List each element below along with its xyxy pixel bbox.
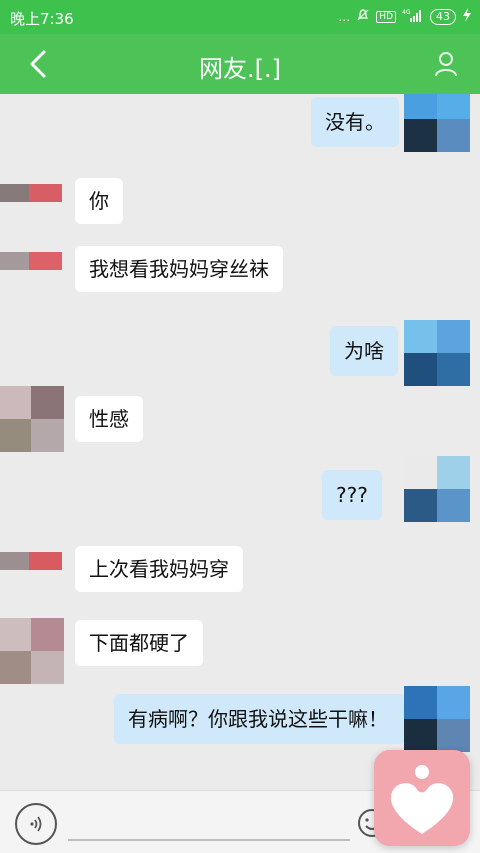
- battery-indicator: 43: [430, 8, 456, 25]
- voice-button[interactable]: [15, 803, 57, 845]
- avatar[interactable]: [0, 386, 64, 452]
- message-text: 为啥: [344, 339, 384, 363]
- message-bubble-right[interactable]: ???: [322, 470, 382, 520]
- mute-icon: [356, 8, 370, 25]
- message-text: 没有。: [325, 110, 385, 134]
- message-text: 有病啊？你跟我说这些干嘛！: [128, 707, 388, 731]
- signal-icon: 4G: [402, 8, 424, 25]
- chat-area[interactable]: 没有。 你 我想看我妈妈穿丝袜 为啥 性感 ??? 上次看我妈妈穿 下面都硬了 …: [0, 94, 480, 790]
- status-icons: … HD 4G 43: [338, 8, 472, 25]
- avatar[interactable]: [0, 552, 62, 588]
- chat-title: 网友.[.]: [199, 55, 281, 83]
- message-bubble-right[interactable]: 有病啊？你跟我说这些干嘛！: [114, 694, 406, 744]
- profile-button[interactable]: [428, 46, 464, 82]
- dots-icon: …: [338, 9, 351, 24]
- message-input[interactable]: [68, 839, 350, 841]
- svg-text:4G: 4G: [402, 9, 411, 16]
- avatar[interactable]: [404, 320, 470, 386]
- voice-icon: [30, 816, 42, 832]
- avatar[interactable]: [404, 456, 470, 522]
- status-time: 晚上7:36: [10, 10, 74, 28]
- message-bubble-left[interactable]: 我想看我妈妈穿丝袜: [75, 246, 283, 292]
- message-text: 性感: [89, 407, 129, 431]
- message-bubble-left[interactable]: 你: [75, 178, 123, 224]
- message-text: 上次看我妈妈穿: [89, 557, 229, 581]
- status-bar: 晚上7:36 … HD 4G 43: [0, 0, 480, 34]
- hd-icon: HD: [376, 10, 396, 23]
- message-bubble-right[interactable]: 没有。: [311, 97, 399, 147]
- message-bubble-left[interactable]: 性感: [75, 396, 143, 442]
- message-text: 我想看我妈妈穿丝袜: [89, 257, 269, 281]
- charging-icon: [462, 8, 472, 25]
- message-text: ???: [336, 483, 368, 507]
- app-logo-badge: [374, 750, 470, 846]
- avatar[interactable]: [0, 618, 64, 684]
- avatar[interactable]: [0, 184, 62, 220]
- message-text: 下面都硬了: [89, 631, 189, 655]
- message-text: 你: [89, 189, 109, 213]
- message-bubble-right[interactable]: 为啥: [330, 326, 398, 376]
- chat-header: 网友.[.]: [0, 34, 480, 94]
- avatar[interactable]: [404, 94, 470, 152]
- heart-person-icon: [390, 765, 454, 834]
- message-bubble-left[interactable]: 上次看我妈妈穿: [75, 546, 243, 592]
- message-bubble-left[interactable]: 下面都硬了: [75, 620, 203, 666]
- avatar[interactable]: [0, 252, 62, 288]
- avatar[interactable]: [404, 686, 470, 752]
- person-icon: [435, 52, 457, 77]
